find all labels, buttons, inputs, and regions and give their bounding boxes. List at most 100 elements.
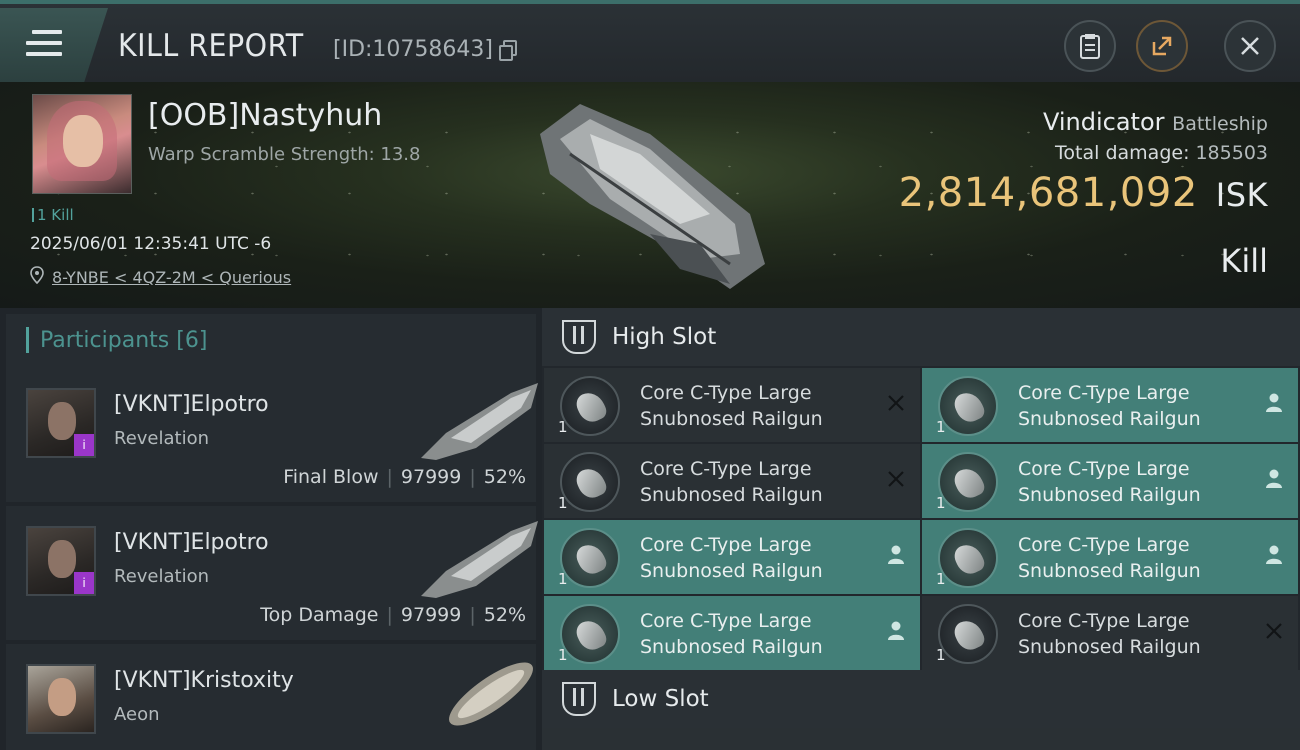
module-item[interactable]: 1 Core C-Type Large Snubnosed Railgun	[922, 444, 1298, 518]
participant-row[interactable]: [VKNT]Kristoxity Aeon	[6, 644, 536, 750]
module-icon	[560, 528, 620, 588]
participant-ship: Aeon	[114, 704, 160, 725]
kill-location-link[interactable]: 8-YNBE < 4QZ-2M < Querious	[52, 268, 291, 287]
module-name-line1: Core C-Type Large	[1018, 534, 1190, 556]
fitting-panel: High Slot 1 Core C-Type Large Snubnosed Ra…	[542, 308, 1300, 750]
dropped-person-icon	[1266, 545, 1282, 564]
menu-button[interactable]	[0, 8, 108, 82]
module-quantity: 1	[936, 570, 946, 588]
clipboard-button[interactable]	[1064, 20, 1116, 72]
participant-percent: 52%	[483, 604, 526, 626]
total-damage-label: Total damage:	[1055, 142, 1190, 164]
module-quantity: 1	[936, 646, 946, 664]
participants-count: [6]	[176, 328, 208, 353]
hamburger-icon	[26, 30, 62, 58]
clipboard-icon	[1080, 34, 1100, 59]
module-item[interactable]: 1 Core C-Type Large Snubnosed Railgun	[922, 368, 1298, 442]
module-name-line2: Snubnosed Railgun	[640, 484, 823, 506]
module-name-line1: Core C-Type Large	[1018, 610, 1190, 632]
module-icon	[938, 604, 998, 664]
participant-row[interactable]: i [VKNT]Elpotro Revelation Final Blow | 97…	[6, 368, 538, 502]
module-name-line2: Snubnosed Railgun	[1018, 560, 1201, 582]
participant-ship: Revelation	[114, 566, 210, 587]
module-name-line1: Core C-Type Large	[640, 382, 812, 404]
participant-percent: 52%	[483, 466, 526, 488]
module-quantity: 1	[936, 418, 946, 436]
low-slot-label: Low Slot	[612, 686, 709, 712]
share-button[interactable]	[1136, 20, 1188, 72]
page-title: KILL REPORT	[118, 28, 304, 64]
omega-badge-icon: i	[74, 572, 94, 594]
module-name-line2: Snubnosed Railgun	[1018, 408, 1201, 430]
warp-scramble-strength: Warp Scramble Strength: 13.8	[148, 144, 421, 165]
copy-icon[interactable]	[499, 40, 517, 61]
participant-row[interactable]: i [VKNT]Elpotro Revelation Top Damage | 97…	[6, 506, 538, 640]
high-slot-icon	[562, 320, 596, 354]
participant-avatar[interactable]: i	[26, 388, 96, 458]
participant-name: [VKNT]Kristoxity	[114, 668, 294, 693]
module-name-line2: Snubnosed Railgun	[1018, 636, 1201, 658]
module-name-line1: Core C-Type Large	[640, 610, 812, 632]
module-icon	[938, 376, 998, 436]
participant-ship: Revelation	[114, 428, 210, 449]
destroyed-x-icon	[888, 395, 904, 411]
module-quantity: 1	[558, 646, 568, 664]
dropped-person-icon	[1266, 469, 1282, 488]
high-slot-label: High Slot	[612, 324, 717, 350]
share-icon	[1152, 36, 1172, 56]
module-item[interactable]: 1 Core C-Type Large Snubnosed Railgun	[544, 368, 920, 442]
module-name-line1: Core C-Type Large	[1018, 382, 1190, 404]
victim-name[interactable]: [OOB]Nastyhuh	[148, 98, 382, 133]
low-slot-list	[542, 728, 1300, 750]
dropped-person-icon	[888, 545, 904, 564]
module-name-line1: Core C-Type Large	[640, 534, 812, 556]
participant-name: [VKNT]Elpotro	[114, 530, 269, 555]
module-name-line2: Snubnosed Railgun	[640, 560, 823, 582]
module-quantity: 1	[558, 418, 568, 436]
participant-ship-image	[421, 521, 538, 598]
participants-label: Participants	[40, 328, 170, 353]
victim-ship-class: Battleship	[1172, 113, 1268, 135]
module-icon	[560, 604, 620, 664]
module-name-line1: Core C-Type Large	[640, 458, 812, 480]
participant-avatar[interactable]	[26, 664, 96, 734]
total-damage-value: 185503	[1195, 142, 1268, 164]
module-icon	[938, 452, 998, 512]
participant-role: Final Blow	[283, 466, 379, 488]
module-item[interactable]: 1 Core C-Type Large Snubnosed Railgun	[544, 520, 920, 594]
location-pin-icon	[30, 266, 44, 284]
dropped-person-icon	[888, 621, 904, 640]
module-name-line2: Snubnosed Railgun	[1018, 484, 1201, 506]
isk-unit: ISK	[1215, 176, 1268, 214]
destroyed-x-icon	[1266, 623, 1282, 639]
kill-count: 1 Kill	[32, 206, 74, 224]
module-quantity: 1	[558, 494, 568, 512]
omega-badge-icon: i	[74, 434, 94, 456]
victim-ship-name[interactable]: Vindicator	[1043, 108, 1165, 136]
destroyed-x-icon	[888, 471, 904, 487]
close-button[interactable]	[1224, 20, 1276, 72]
participant-avatar[interactable]: i	[26, 526, 96, 596]
module-name-line1: Core C-Type Large	[1018, 458, 1190, 480]
top-bar: KILL REPORT [ID:10758643]	[0, 0, 1300, 82]
isk-value: 2,814,681,092	[898, 170, 1198, 216]
low-slot-icon	[562, 682, 596, 716]
module-item[interactable]: 1 Core C-Type Large Snubnosed Railgun	[922, 520, 1298, 594]
low-slot-header: Low Slot	[542, 670, 1300, 728]
participant-name: [VKNT]Elpotro	[114, 392, 269, 417]
participants-header: Participants [6]	[6, 314, 536, 368]
victim-avatar[interactable]	[32, 94, 132, 194]
participant-ship-image	[449, 662, 533, 726]
report-id: [ID:10758643]	[333, 37, 493, 62]
module-item[interactable]: 1 Core C-Type Large Snubnosed Railgun	[544, 596, 920, 670]
close-icon	[1241, 37, 1259, 55]
high-slot-header: High Slot	[542, 308, 1300, 366]
module-quantity: 1	[936, 494, 946, 512]
module-item[interactable]: 1 Core C-Type Large Snubnosed Railgun	[922, 596, 1298, 670]
module-name-line2: Snubnosed Railgun	[640, 636, 823, 658]
module-icon	[938, 528, 998, 588]
victim-banner: [OOB]Nastyhuh Warp Scramble Strength: 13…	[0, 82, 1300, 308]
participant-role: Top Damage	[260, 604, 379, 626]
module-quantity: 1	[558, 570, 568, 588]
module-item[interactable]: 1 Core C-Type Large Snubnosed Railgun	[544, 444, 920, 518]
